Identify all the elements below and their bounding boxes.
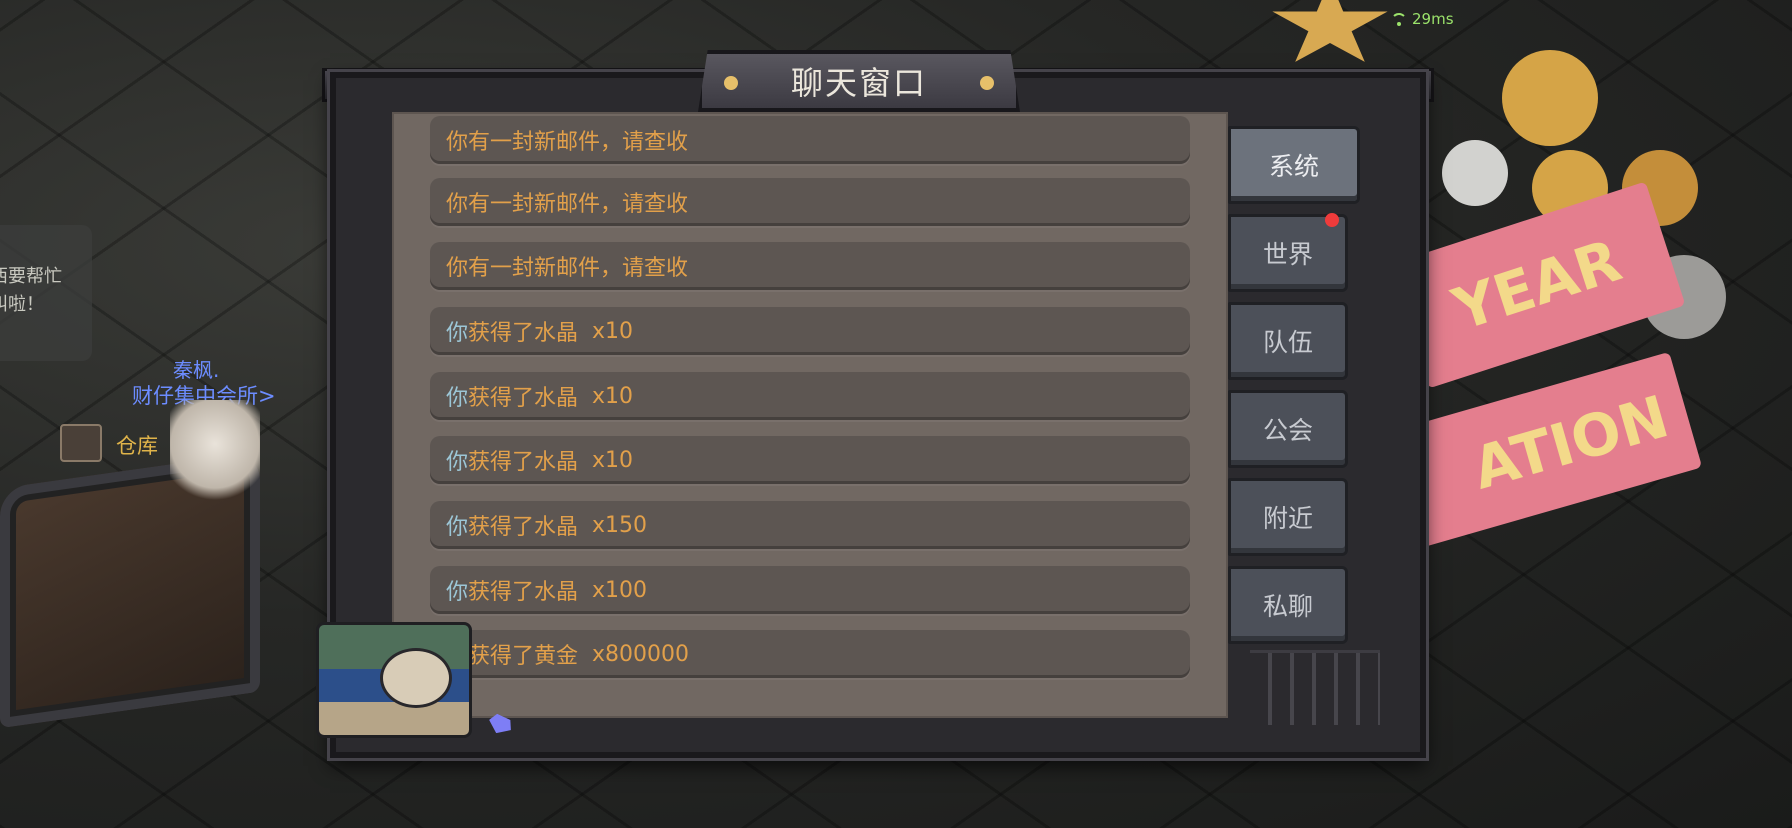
storage-label[interactable]: 仓库	[116, 430, 158, 460]
chat-window-title-plate: 聊天窗口	[698, 50, 1020, 112]
message-text: 获得了黄金	[468, 644, 579, 669]
storage-icon[interactable]	[60, 424, 102, 462]
message-subject: 你	[446, 386, 469, 411]
notification-dot-icon	[1325, 213, 1339, 227]
npc-speech-line: 西要帮忙	[0, 266, 62, 287]
chat-message: 你 获得了水晶 x150	[430, 501, 1190, 549]
chat-message: 你有一封新邮件，请查收	[430, 116, 1190, 164]
tab-label: 附近	[1262, 504, 1313, 533]
ping-value: 29ms	[1412, 10, 1454, 28]
tab-private[interactable]: 私聊	[1228, 566, 1348, 644]
message-amount: x10	[592, 383, 634, 409]
message-subject: 你	[446, 580, 469, 605]
tab-system[interactable]: 系统	[1228, 126, 1360, 204]
title-dot-icon	[724, 76, 738, 90]
tab-label: 公会	[1262, 416, 1313, 445]
tab-world[interactable]: 世界	[1228, 213, 1348, 292]
fence-decoration	[1250, 650, 1380, 725]
chat-message: 你 获得了水晶 x10	[430, 436, 1190, 484]
message-subject: 你	[446, 515, 469, 540]
tab-nearby[interactable]: 附近	[1228, 478, 1348, 556]
message-text: 你有一封新邮件，请查收	[446, 130, 689, 155]
message-text: 你有一封新邮件，请查收	[446, 192, 689, 217]
message-text: 获得了水晶	[468, 450, 579, 475]
wifi-icon	[1390, 12, 1408, 26]
tab-label: 系统	[1268, 152, 1319, 181]
tab-label: 队伍	[1262, 328, 1313, 357]
message-subject: 你	[446, 450, 469, 475]
message-subject: 你	[446, 321, 469, 346]
message-amount: x150	[592, 512, 648, 538]
network-ping-indicator: 29ms	[1390, 10, 1454, 28]
chat-message: 你 获得了水晶 x10	[430, 307, 1190, 355]
message-amount: x10	[592, 447, 634, 473]
message-text: 获得了水晶	[468, 321, 579, 346]
message-amount: x800000	[592, 641, 690, 667]
chat-message: 你 获得了水晶 x100	[430, 566, 1190, 614]
chat-message-list[interactable]: 你有一封新邮件，请查收 你有一封新邮件，请查收 你有一封新邮件，请查收 你 获得…	[392, 112, 1228, 718]
message-text: 获得了水晶	[468, 386, 579, 411]
tab-label: 私聊	[1262, 592, 1313, 621]
chat-message: 你 获得了水晶 x10	[430, 372, 1190, 420]
message-text: 你有一封新邮件，请查收	[446, 256, 689, 281]
npc-speech-bubble: 西要帮忙 叫啦！	[0, 225, 92, 361]
tab-label: 世界	[1262, 240, 1313, 269]
chat-message: 你 获得了黄金 x800000	[430, 630, 1190, 678]
npc-name-label[interactable]: 秦枫.	[173, 354, 219, 383]
chat-window-title: 聊天窗口	[790, 64, 927, 102]
npc-speech-line: 叫啦！	[0, 294, 44, 315]
chat-message: 你有一封新邮件，请查收	[430, 242, 1190, 290]
title-dot-icon	[980, 76, 994, 90]
chat-message: 你有一封新邮件，请查收	[430, 178, 1190, 226]
message-text: 获得了水晶	[468, 515, 579, 540]
tab-guild[interactable]: 公会	[1228, 390, 1348, 468]
message-amount: x100	[592, 577, 648, 603]
clock-decoration	[380, 648, 452, 708]
tab-team[interactable]: 队伍	[1228, 302, 1348, 380]
message-amount: x10	[592, 318, 634, 344]
bunny-mascot-character[interactable]	[170, 400, 260, 510]
message-text: 获得了水晶	[468, 580, 579, 605]
